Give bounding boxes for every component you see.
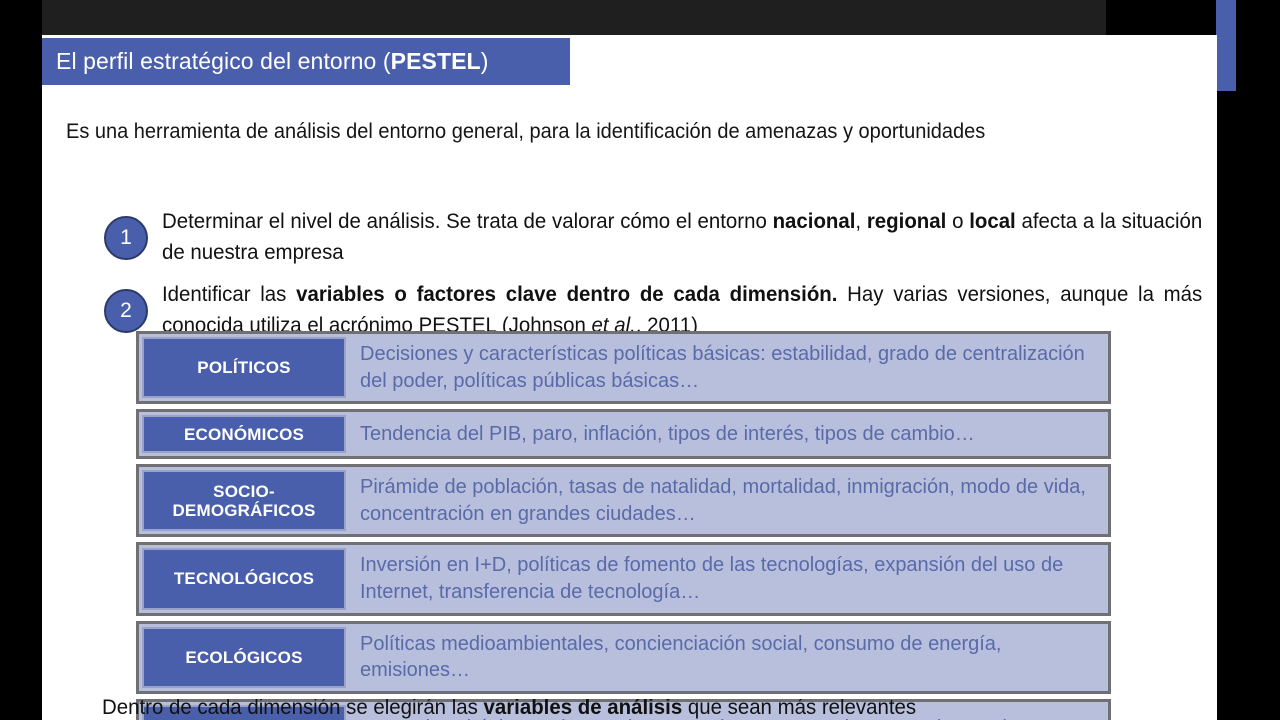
- pestel-row-label: POLÍTICOS: [142, 337, 346, 399]
- pestel-row-description: Pirámide de población, tasas de natalida…: [360, 476, 1086, 525]
- bullet-number-2: 2: [104, 289, 148, 333]
- slide-title-band: El perfil estratégico del entorno (PESTE…: [42, 38, 570, 85]
- slide-title-bold: PESTEL: [390, 48, 481, 74]
- chrome-ghost-text: [62, 0, 1073, 6]
- pestel-row-label: ECOLÓGICOS: [142, 626, 346, 688]
- pestel-table: POLÍTICOS Decisiones y características po…: [136, 331, 1111, 720]
- bottom-clipped-text: Dentro de cada dimensión se elegirán las…: [102, 699, 1138, 720]
- right-accent-bar: [1216, 0, 1236, 91]
- bullet-text-1: Determinar el nivel de análisis. Se trat…: [162, 209, 1203, 265]
- slide-title-prefix: El perfil estratégico del entorno (: [56, 48, 391, 74]
- app-chrome-bar: [42, 0, 1106, 35]
- slide-viewer: El perfil estratégico del entorno (PESTE…: [0, 0, 1280, 720]
- pestel-row-description: Inversión en I+D, políticas de fomento d…: [360, 554, 1064, 603]
- pestel-row-label: SOCIO- DEMOGRÁFICOS: [142, 470, 346, 532]
- slide-canvas: El perfil estratégico del entorno (PESTE…: [42, 35, 1217, 720]
- slide-title-suffix: ): [480, 48, 489, 74]
- pestel-row: TECNOLÓGICOS Inversión en I+D, políticas …: [136, 542, 1111, 616]
- bottom-clipped-line: Dentro de cada dimensión se elegirán las…: [102, 699, 1192, 720]
- pestel-row-description: Decisiones y características políticas b…: [360, 343, 1085, 392]
- bottom-suffix: que sean más relevantes: [682, 699, 917, 719]
- pestel-row-label: TECNOLÓGICOS: [142, 548, 346, 610]
- pestel-row: ECOLÓGICOS Políticas medioambientales, co…: [136, 620, 1111, 694]
- pestel-row-description: Políticas medioambientales, concienciaci…: [360, 632, 1002, 682]
- pestel-row-description: Tendencia del PIB, paro, inflación, tipo…: [360, 422, 975, 445]
- bottom-bold: variables de análisis: [483, 699, 683, 719]
- bullet-number-1: 1: [104, 216, 148, 260]
- pestel-row: ECONÓMICOS Tendencia del PIB, paro, infla…: [136, 409, 1111, 460]
- pestel-row: POLÍTICOS Decisiones y características po…: [136, 331, 1111, 405]
- pestel-row-label: ECONÓMICOS: [142, 415, 346, 454]
- pestel-row: SOCIO- DEMOGRÁFICOS Pirámide de población,…: [136, 464, 1111, 538]
- slide-intro-text: Es una herramienta de análisis del entor…: [66, 119, 986, 143]
- slide-title: El perfil estratégico del entorno (PESTE…: [56, 48, 488, 75]
- bottom-prefix: Dentro de cada dimensión se elegirán las: [102, 699, 484, 719]
